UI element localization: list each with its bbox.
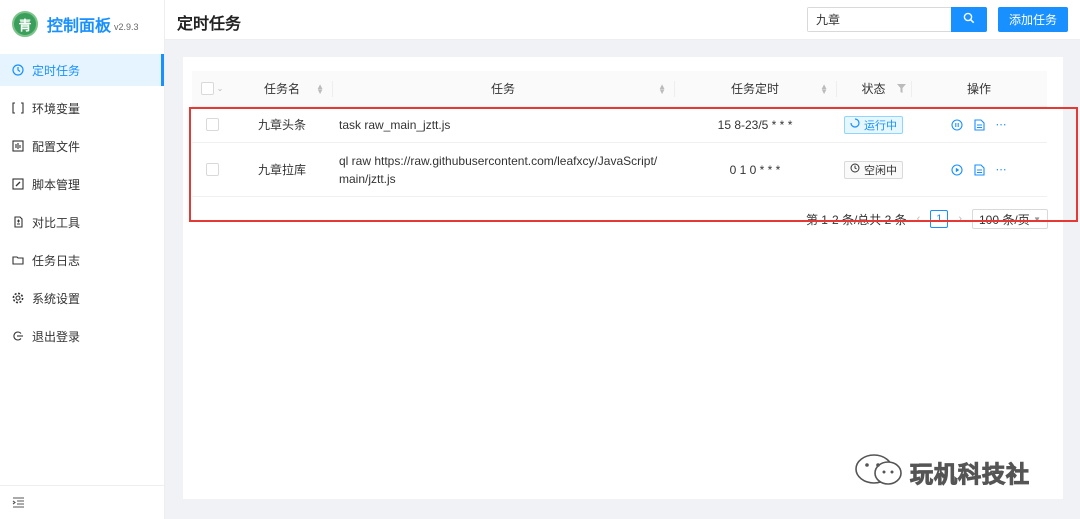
select-all-checkbox[interactable] xyxy=(200,82,214,95)
column-label: 任务名 xyxy=(263,82,300,96)
header: 定时任务 添加任务 xyxy=(165,0,1080,40)
column-label: 操作 xyxy=(966,82,991,96)
edit-icon xyxy=(12,178,24,190)
task-schedule: 15 8-23/5 * * * xyxy=(717,117,793,132)
sidebar-item-logs[interactable]: 任务日志 xyxy=(0,244,164,276)
task-name[interactable]: 九章拉库 xyxy=(232,161,332,178)
row-actions: ⋯ xyxy=(911,163,1047,176)
folder-icon xyxy=(12,254,24,266)
sidebar-menu: 定时任务 环境变量 配置文件 脚本管理 对比工具 任务日志 系统设置 退出登录 xyxy=(0,54,164,352)
row-actions: ⋯ xyxy=(911,118,1047,131)
column-label: 任务 xyxy=(490,82,515,96)
filter-icon[interactable] xyxy=(897,82,906,96)
main-content: ⌄ 任务名 ▲ ▼ 任务 ▲ ▼ 任务定时 ▲ ▼ 状态 操作 九章头条 tas… xyxy=(183,57,1063,499)
search-input[interactable] xyxy=(808,8,951,31)
next-page-icon[interactable]: › xyxy=(958,213,962,225)
brand-title: 控制面板 xyxy=(47,18,112,35)
column-header-actions: 操作 xyxy=(911,71,1047,106)
sidebar: 青 控制面板 v2.9.3 定时任务 环境变量 配置文件 脚本管理 对比工具 任… xyxy=(0,0,165,519)
cron-table: ⌄ 任务名 ▲ ▼ 任务 ▲ ▼ 任务定时 ▲ ▼ 状态 操作 九章头条 tas… xyxy=(192,71,1047,197)
status-cell: 空闲中 xyxy=(836,160,911,179)
status-text: 运行中 xyxy=(864,119,897,132)
loading-icon xyxy=(850,118,860,131)
pause-icon[interactable] xyxy=(951,118,963,131)
gear-icon xyxy=(12,292,24,304)
chevron-down-icon[interactable]: ⌄ xyxy=(217,84,224,93)
sidebar-item-env[interactable]: 环境变量 xyxy=(0,92,164,124)
pagination-summary: 第 1-2 条/总共 2 条 xyxy=(805,212,907,227)
sort-icon: ▲ ▼ xyxy=(658,81,666,96)
task-name[interactable]: 九章头条 xyxy=(232,116,332,133)
search-box xyxy=(807,7,987,32)
chevron-down-icon: ▼ xyxy=(1033,214,1041,224)
menu-fold-icon xyxy=(12,495,25,511)
table-row[interactable]: 九章头条 task raw_main_jztt.js 15 8-23/5 * *… xyxy=(192,107,1047,143)
qinglong-logo: 青 xyxy=(12,11,38,37)
row-select-cell xyxy=(192,118,232,131)
page-number[interactable]: 1 xyxy=(930,210,949,228)
column-label: 任务定时 xyxy=(730,82,779,96)
variable-icon xyxy=(12,102,24,114)
column-header-schedule[interactable]: 任务定时 ▲ ▼ xyxy=(674,71,836,106)
wechat-icon xyxy=(854,453,904,490)
more-icon[interactable]: ⋯ xyxy=(995,164,1007,176)
table-row[interactable]: 九章拉库 ql raw https://raw.githubuserconten… xyxy=(192,143,1047,197)
select-all-cell: ⌄ xyxy=(192,71,232,106)
sidebar-item-label: 系统设置 xyxy=(32,291,81,306)
diff-icon xyxy=(12,216,24,228)
pagination: 第 1-2 条/总共 2 条 ‹ 1 › 100 条/页 ▼ xyxy=(806,209,1048,229)
task-command: ql raw https://raw.githubusercontent.com… xyxy=(339,153,658,186)
column-header-command[interactable]: 任务 ▲ ▼ xyxy=(332,71,674,106)
prev-page-icon[interactable]: ‹ xyxy=(917,213,921,225)
sidebar-item-cron[interactable]: 定时任务 xyxy=(0,54,164,86)
sidebar-item-logout[interactable]: 退出登录 xyxy=(0,320,164,352)
column-header-status[interactable]: 状态 xyxy=(836,71,911,106)
task-command: task raw_main_jztt.js xyxy=(339,117,451,132)
play-icon[interactable] xyxy=(951,163,963,176)
clock-icon xyxy=(850,163,860,176)
clock-icon xyxy=(12,64,24,76)
sidebar-item-label: 退出登录 xyxy=(32,329,81,344)
add-task-button[interactable]: 添加任务 xyxy=(998,7,1068,32)
status-text: 空闲中 xyxy=(864,164,897,177)
log-file-icon[interactable] xyxy=(973,118,985,131)
sidebar-item-diff[interactable]: 对比工具 xyxy=(0,206,164,238)
watermark-text: 玩机科技社 xyxy=(910,460,1030,487)
status-cell: 运行中 xyxy=(836,115,911,134)
column-header-name[interactable]: 任务名 ▲ ▼ xyxy=(232,71,332,106)
sidebar-item-label: 配置文件 xyxy=(32,139,81,154)
table-header: ⌄ 任务名 ▲ ▼ 任务 ▲ ▼ 任务定时 ▲ ▼ 状态 操作 xyxy=(192,71,1047,107)
sidebar-item-label: 对比工具 xyxy=(32,215,81,230)
sidebar-collapse-button[interactable] xyxy=(0,485,165,519)
logout-icon xyxy=(12,330,24,342)
sidebar-item-label: 脚本管理 xyxy=(32,177,81,192)
config-file-icon xyxy=(12,140,24,152)
search-button[interactable] xyxy=(951,7,987,32)
brand[interactable]: 青 控制面板 v2.9.3 xyxy=(0,0,164,48)
logo-text: 青 xyxy=(18,17,32,33)
row-checkbox[interactable] xyxy=(205,118,219,131)
sidebar-item-scripts[interactable]: 脚本管理 xyxy=(0,168,164,200)
watermark: 玩机科技社 xyxy=(854,453,1030,490)
sidebar-item-label: 环境变量 xyxy=(32,101,81,116)
column-label: 状态 xyxy=(861,82,886,96)
more-icon[interactable]: ⋯ xyxy=(995,119,1007,131)
sidebar-item-label: 定时任务 xyxy=(32,63,81,78)
task-schedule: 0 1 0 * * * xyxy=(729,162,781,177)
sidebar-item-config[interactable]: 配置文件 xyxy=(0,130,164,162)
sort-icon: ▲ ▼ xyxy=(820,81,828,96)
search-icon xyxy=(963,12,975,27)
page-size-select[interactable]: 100 条/页 ▼ xyxy=(972,209,1048,229)
row-select-cell xyxy=(192,163,232,176)
page-title: 定时任务 xyxy=(177,16,242,33)
sidebar-item-settings[interactable]: 系统设置 xyxy=(0,282,164,314)
status-badge: 运行中 xyxy=(844,115,903,134)
sidebar-item-label: 任务日志 xyxy=(32,253,81,268)
log-file-icon[interactable] xyxy=(973,163,985,176)
status-badge: 空闲中 xyxy=(844,160,903,179)
page-size-value: 100 条/页 xyxy=(979,212,1030,227)
row-checkbox[interactable] xyxy=(205,163,219,176)
sort-icon: ▲ ▼ xyxy=(316,81,324,96)
brand-version: v2.9.3 xyxy=(114,22,139,32)
